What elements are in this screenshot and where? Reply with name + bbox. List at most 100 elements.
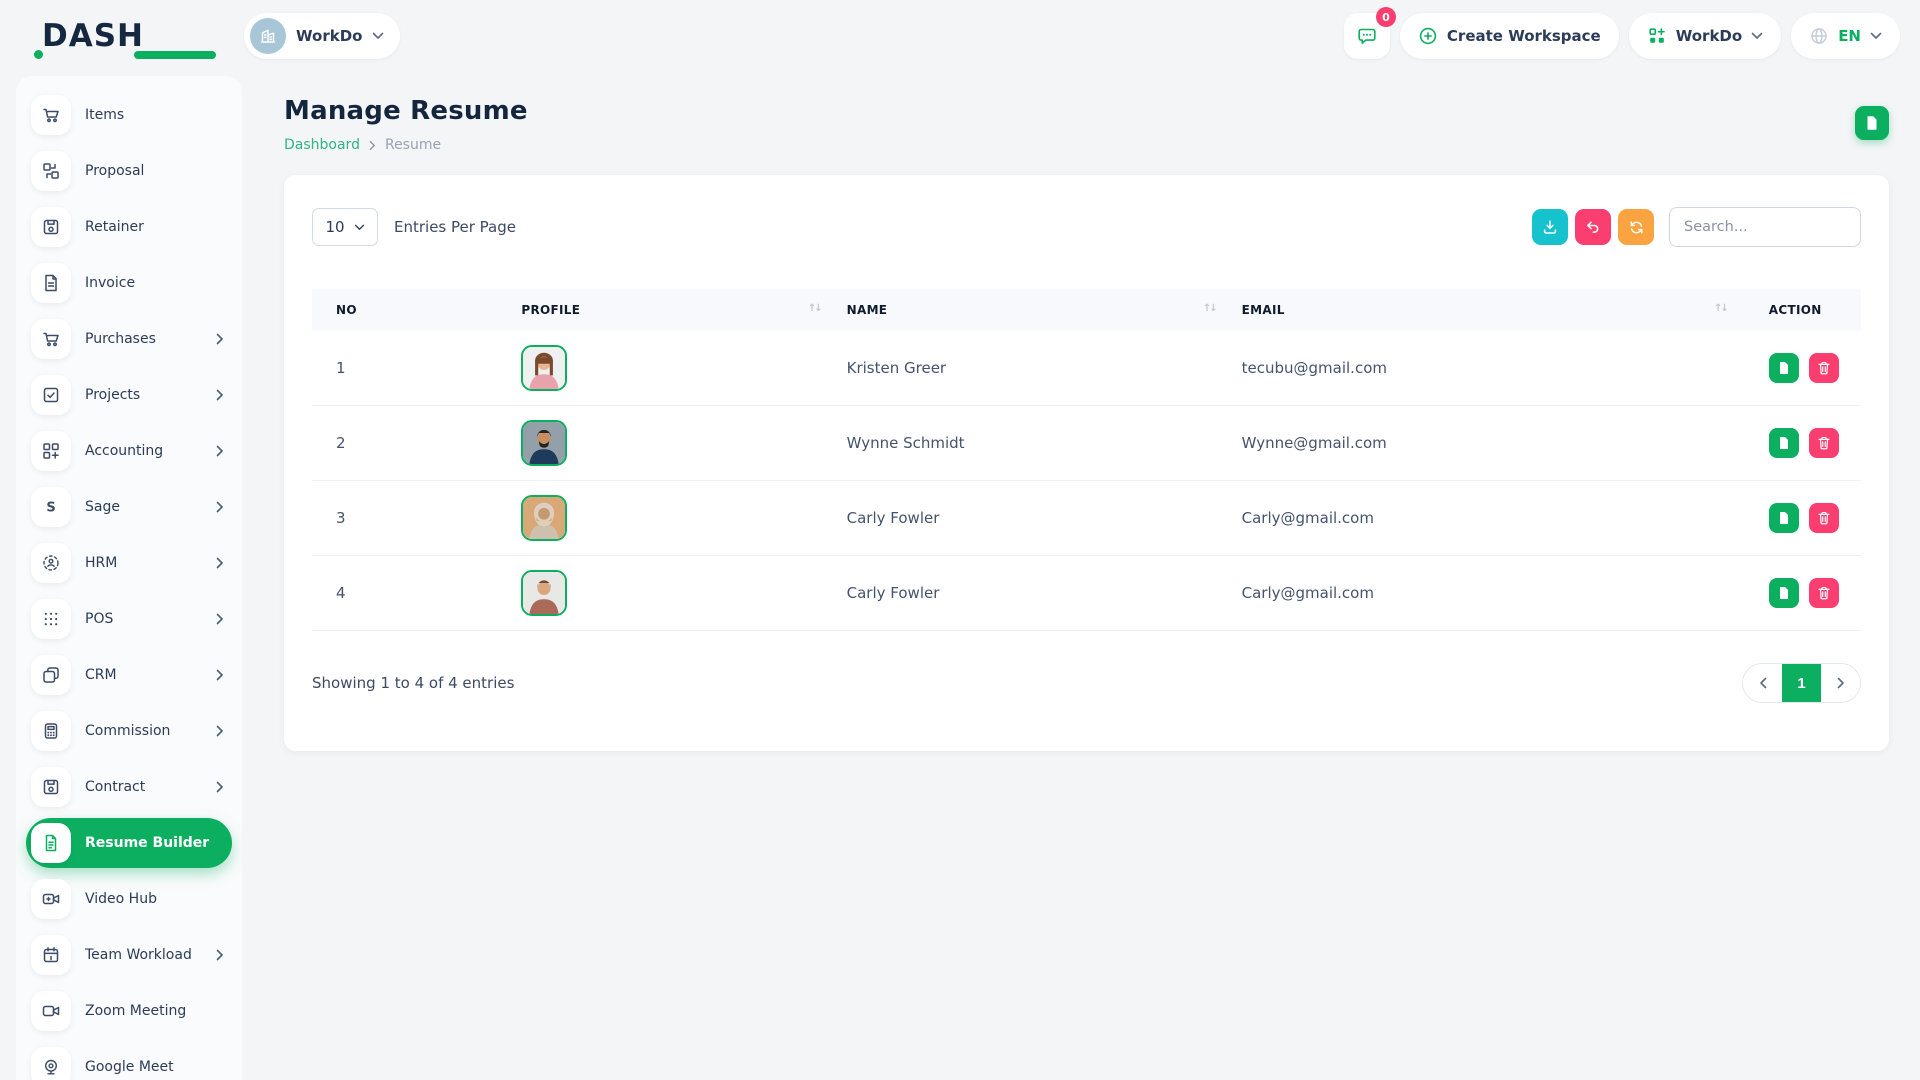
view-resume-button[interactable] bbox=[1769, 428, 1799, 458]
delete-resume-button[interactable] bbox=[1809, 578, 1839, 608]
sidebar-item-team-workload[interactable]: Team Workload bbox=[26, 930, 232, 980]
sidebar-item-label: Accounting bbox=[85, 443, 163, 459]
chevron-left-icon bbox=[1759, 677, 1767, 689]
sidebar-item-items[interactable]: Items bbox=[26, 90, 232, 140]
delete-resume-button[interactable] bbox=[1809, 353, 1839, 383]
resume-name: Carly Fowler bbox=[839, 556, 1234, 631]
sort-icon[interactable]: ↑↓ bbox=[808, 303, 821, 314]
create-resume-button[interactable] bbox=[1855, 106, 1889, 140]
sidebar-item-label: Team Workload bbox=[85, 947, 192, 963]
sidebar-item-zoom-meeting[interactable]: Zoom Meeting bbox=[26, 986, 232, 1036]
column-header-profile: PROFILE bbox=[521, 303, 580, 317]
brand-logo[interactable]: DASH bbox=[26, 18, 244, 54]
resume-table: NO PROFILE↑↓ NAME↑↓ EMAIL↑↓ ACTION 1 bbox=[312, 289, 1861, 631]
language-selector[interactable]: EN bbox=[1791, 13, 1900, 59]
sidebar-item-pos[interactable]: POS bbox=[26, 594, 232, 644]
trash-icon bbox=[1816, 510, 1832, 526]
previous-page-button[interactable] bbox=[1743, 664, 1782, 702]
resume-email: Carly@gmail.com bbox=[1234, 556, 1745, 631]
sidebar-item-projects[interactable]: Projects bbox=[26, 370, 232, 420]
page-1-button[interactable]: 1 bbox=[1782, 664, 1821, 702]
workspace-selector[interactable]: WorkDo bbox=[244, 13, 400, 59]
sidebar-item-label: Retainer bbox=[85, 219, 144, 235]
sidebar-item-commission[interactable]: Commission bbox=[26, 706, 232, 756]
sidebar-item-video-hub[interactable]: Video Hub bbox=[26, 874, 232, 924]
grid-plus-icon bbox=[31, 431, 71, 471]
plus-circle-icon bbox=[1418, 26, 1438, 46]
sidebar-item-crm[interactable]: CRM bbox=[26, 650, 232, 700]
sidebar-item-retainer[interactable]: Retainer bbox=[26, 202, 232, 252]
column-header-action: ACTION bbox=[1769, 303, 1822, 317]
sidebar-item-label: POS bbox=[85, 611, 113, 627]
language-code: EN bbox=[1838, 27, 1861, 45]
resume-name: Carly Fowler bbox=[839, 481, 1234, 556]
save-icon bbox=[31, 767, 71, 807]
sidebar-item-label: CRM bbox=[85, 667, 117, 683]
sidebar-item-proposal[interactable]: Proposal bbox=[26, 146, 232, 196]
create-workspace-button[interactable]: Create Workspace bbox=[1400, 13, 1619, 59]
sidebar-item-resume-builder[interactable]: Resume Builder bbox=[26, 818, 232, 868]
sidebar-item-contract[interactable]: Contract bbox=[26, 762, 232, 812]
sidebar: Items Proposal Retainer Invoice Purchase… bbox=[16, 76, 242, 1080]
row-number: 1 bbox=[312, 331, 513, 406]
chevron-down-icon bbox=[1751, 32, 1763, 40]
row-number: 2 bbox=[312, 406, 513, 481]
sidebar-item-sage[interactable]: S Sage bbox=[26, 482, 232, 532]
chevron-right-icon bbox=[216, 445, 224, 457]
person-target-icon bbox=[31, 543, 71, 583]
chevron-right-icon bbox=[216, 613, 224, 625]
create-workspace-label: Create Workspace bbox=[1447, 27, 1601, 45]
workspace-name: WorkDo bbox=[296, 27, 362, 45]
search-input[interactable] bbox=[1669, 207, 1861, 247]
view-resume-button[interactable] bbox=[1769, 578, 1799, 608]
sort-icon[interactable]: ↑↓ bbox=[1203, 303, 1216, 314]
breadcrumb-dashboard-link[interactable]: Dashboard bbox=[284, 137, 360, 153]
save-icon bbox=[31, 207, 71, 247]
sidebar-item-label: Proposal bbox=[85, 163, 144, 179]
sidebar-item-label: Invoice bbox=[85, 275, 135, 291]
refresh-icon bbox=[1628, 219, 1645, 236]
sidebar-item-label: HRM bbox=[85, 555, 117, 571]
chevron-right-icon bbox=[216, 557, 224, 569]
sidebar-item-purchases[interactable]: Purchases bbox=[26, 314, 232, 364]
workspaces-grid-icon bbox=[1647, 26, 1667, 46]
sidebar-item-label: Items bbox=[85, 107, 124, 123]
document-icon bbox=[1776, 360, 1792, 376]
reset-button[interactable] bbox=[1575, 209, 1611, 245]
cart-icon bbox=[31, 319, 71, 359]
undo-icon bbox=[1584, 218, 1602, 236]
delete-resume-button[interactable] bbox=[1809, 428, 1839, 458]
view-resume-button[interactable] bbox=[1769, 503, 1799, 533]
topbar-actions: 0 Create Workspace WorkDo EN bbox=[1344, 13, 1900, 59]
sidebar-item-invoice[interactable]: Invoice bbox=[26, 258, 232, 308]
document-icon bbox=[1776, 585, 1792, 601]
entries-per-page-select[interactable]: 10 bbox=[312, 208, 378, 246]
entries-per-page-label: Entries Per Page bbox=[394, 218, 516, 236]
logo-dot-icon bbox=[34, 50, 43, 59]
sidebar-item-label: Commission bbox=[85, 723, 170, 739]
chevron-right-icon bbox=[216, 781, 224, 793]
messages-badge: 0 bbox=[1376, 7, 1396, 27]
resume-email: Carly@gmail.com bbox=[1234, 481, 1745, 556]
messages-button[interactable]: 0 bbox=[1344, 13, 1390, 59]
profile-avatar bbox=[521, 345, 567, 391]
calendar-icon bbox=[31, 935, 71, 975]
chevron-right-icon bbox=[216, 725, 224, 737]
breadcrumb: Dashboard Resume bbox=[284, 137, 528, 153]
check-square-icon bbox=[31, 375, 71, 415]
chevron-right-icon bbox=[216, 949, 224, 961]
sidebar-item-google-meet[interactable]: Google Meet bbox=[26, 1042, 232, 1080]
workdo-menu-button[interactable]: WorkDo bbox=[1629, 13, 1781, 59]
sidebar-item-accounting[interactable]: Accounting bbox=[26, 426, 232, 476]
delete-resume-button[interactable] bbox=[1809, 503, 1839, 533]
sidebar-item-label: Contract bbox=[85, 779, 145, 795]
table-row: 1 Kristen Greer t bbox=[312, 331, 1861, 406]
reload-button[interactable] bbox=[1618, 209, 1654, 245]
export-button[interactable] bbox=[1532, 209, 1568, 245]
sidebar-item-hrm[interactable]: HRM bbox=[26, 538, 232, 588]
next-page-button[interactable] bbox=[1821, 664, 1860, 702]
row-number: 3 bbox=[312, 481, 513, 556]
sort-icon[interactable]: ↑↓ bbox=[1714, 303, 1727, 314]
view-resume-button[interactable] bbox=[1769, 353, 1799, 383]
table-row: 3 Carly Fowler Ca bbox=[312, 481, 1861, 556]
